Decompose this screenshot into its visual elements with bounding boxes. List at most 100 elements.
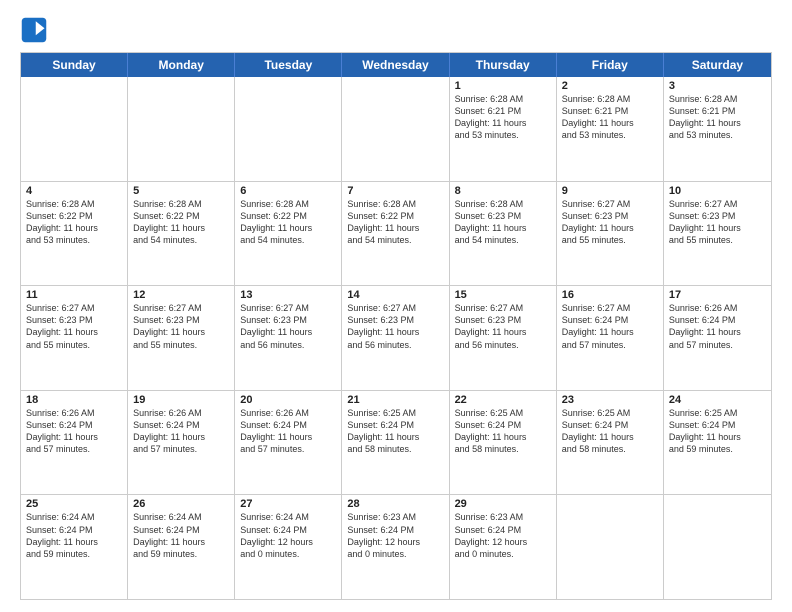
calendar-header-cell: Sunday — [21, 53, 128, 77]
day-info: Sunrise: 6:28 AM Sunset: 6:23 PM Dayligh… — [455, 198, 551, 247]
day-number: 13 — [240, 289, 336, 301]
calendar-body: 1Sunrise: 6:28 AM Sunset: 6:21 PM Daylig… — [21, 77, 771, 599]
day-number: 3 — [669, 80, 766, 92]
day-number: 18 — [26, 394, 122, 406]
calendar-cell: 29Sunrise: 6:23 AM Sunset: 6:24 PM Dayli… — [450, 495, 557, 599]
day-info: Sunrise: 6:24 AM Sunset: 6:24 PM Dayligh… — [133, 511, 229, 560]
calendar-cell: 24Sunrise: 6:25 AM Sunset: 6:24 PM Dayli… — [664, 391, 771, 495]
day-info: Sunrise: 6:28 AM Sunset: 6:21 PM Dayligh… — [455, 93, 551, 142]
day-number: 12 — [133, 289, 229, 301]
day-number: 20 — [240, 394, 336, 406]
calendar-cell: 25Sunrise: 6:24 AM Sunset: 6:24 PM Dayli… — [21, 495, 128, 599]
day-info: Sunrise: 6:23 AM Sunset: 6:24 PM Dayligh… — [455, 511, 551, 560]
day-number: 4 — [26, 185, 122, 197]
calendar-cell: 8Sunrise: 6:28 AM Sunset: 6:23 PM Daylig… — [450, 182, 557, 286]
day-info: Sunrise: 6:27 AM Sunset: 6:23 PM Dayligh… — [562, 198, 658, 247]
calendar-cell: 13Sunrise: 6:27 AM Sunset: 6:23 PM Dayli… — [235, 286, 342, 390]
day-number: 7 — [347, 185, 443, 197]
calendar-cell: 12Sunrise: 6:27 AM Sunset: 6:23 PM Dayli… — [128, 286, 235, 390]
day-number: 15 — [455, 289, 551, 301]
calendar-header-cell: Tuesday — [235, 53, 342, 77]
day-info: Sunrise: 6:28 AM Sunset: 6:22 PM Dayligh… — [26, 198, 122, 247]
calendar-cell: 23Sunrise: 6:25 AM Sunset: 6:24 PM Dayli… — [557, 391, 664, 495]
day-number: 16 — [562, 289, 658, 301]
calendar-cell: 27Sunrise: 6:24 AM Sunset: 6:24 PM Dayli… — [235, 495, 342, 599]
calendar-cell: 1Sunrise: 6:28 AM Sunset: 6:21 PM Daylig… — [450, 77, 557, 181]
logo — [20, 16, 52, 44]
calendar-cell: 11Sunrise: 6:27 AM Sunset: 6:23 PM Dayli… — [21, 286, 128, 390]
day-info: Sunrise: 6:26 AM Sunset: 6:24 PM Dayligh… — [26, 407, 122, 456]
day-number: 21 — [347, 394, 443, 406]
day-number: 28 — [347, 498, 443, 510]
day-info: Sunrise: 6:25 AM Sunset: 6:24 PM Dayligh… — [347, 407, 443, 456]
day-number: 27 — [240, 498, 336, 510]
day-info: Sunrise: 6:27 AM Sunset: 6:24 PM Dayligh… — [562, 302, 658, 351]
day-info: Sunrise: 6:25 AM Sunset: 6:24 PM Dayligh… — [562, 407, 658, 456]
calendar-cell — [128, 77, 235, 181]
day-info: Sunrise: 6:28 AM Sunset: 6:22 PM Dayligh… — [133, 198, 229, 247]
day-info: Sunrise: 6:25 AM Sunset: 6:24 PM Dayligh… — [455, 407, 551, 456]
day-info: Sunrise: 6:27 AM Sunset: 6:23 PM Dayligh… — [133, 302, 229, 351]
day-info: Sunrise: 6:24 AM Sunset: 6:24 PM Dayligh… — [26, 511, 122, 560]
day-number: 9 — [562, 185, 658, 197]
day-number: 5 — [133, 185, 229, 197]
day-info: Sunrise: 6:23 AM Sunset: 6:24 PM Dayligh… — [347, 511, 443, 560]
calendar-cell: 16Sunrise: 6:27 AM Sunset: 6:24 PM Dayli… — [557, 286, 664, 390]
calendar-cell: 19Sunrise: 6:26 AM Sunset: 6:24 PM Dayli… — [128, 391, 235, 495]
calendar-cell: 20Sunrise: 6:26 AM Sunset: 6:24 PM Dayli… — [235, 391, 342, 495]
day-number: 23 — [562, 394, 658, 406]
day-number: 19 — [133, 394, 229, 406]
calendar: SundayMondayTuesdayWednesdayThursdayFrid… — [20, 52, 772, 600]
day-info: Sunrise: 6:26 AM Sunset: 6:24 PM Dayligh… — [240, 407, 336, 456]
calendar-row: 4Sunrise: 6:28 AM Sunset: 6:22 PM Daylig… — [21, 182, 771, 287]
calendar-cell: 15Sunrise: 6:27 AM Sunset: 6:23 PM Dayli… — [450, 286, 557, 390]
day-number: 1 — [455, 80, 551, 92]
calendar-cell: 14Sunrise: 6:27 AM Sunset: 6:23 PM Dayli… — [342, 286, 449, 390]
calendar-header-row: SundayMondayTuesdayWednesdayThursdayFrid… — [21, 53, 771, 77]
day-info: Sunrise: 6:26 AM Sunset: 6:24 PM Dayligh… — [669, 302, 766, 351]
page-header — [20, 16, 772, 44]
day-number: 10 — [669, 185, 766, 197]
day-info: Sunrise: 6:27 AM Sunset: 6:23 PM Dayligh… — [669, 198, 766, 247]
calendar-row: 1Sunrise: 6:28 AM Sunset: 6:21 PM Daylig… — [21, 77, 771, 182]
calendar-row: 25Sunrise: 6:24 AM Sunset: 6:24 PM Dayli… — [21, 495, 771, 599]
day-number: 6 — [240, 185, 336, 197]
calendar-cell — [557, 495, 664, 599]
day-number: 22 — [455, 394, 551, 406]
day-info: Sunrise: 6:26 AM Sunset: 6:24 PM Dayligh… — [133, 407, 229, 456]
calendar-cell: 10Sunrise: 6:27 AM Sunset: 6:23 PM Dayli… — [664, 182, 771, 286]
calendar-cell: 18Sunrise: 6:26 AM Sunset: 6:24 PM Dayli… — [21, 391, 128, 495]
day-number: 26 — [133, 498, 229, 510]
day-info: Sunrise: 6:28 AM Sunset: 6:22 PM Dayligh… — [347, 198, 443, 247]
day-info: Sunrise: 6:27 AM Sunset: 6:23 PM Dayligh… — [455, 302, 551, 351]
calendar-cell: 26Sunrise: 6:24 AM Sunset: 6:24 PM Dayli… — [128, 495, 235, 599]
calendar-header-cell: Saturday — [664, 53, 771, 77]
calendar-cell — [664, 495, 771, 599]
calendar-cell: 3Sunrise: 6:28 AM Sunset: 6:21 PM Daylig… — [664, 77, 771, 181]
calendar-cell — [21, 77, 128, 181]
calendar-header-cell: Friday — [557, 53, 664, 77]
calendar-header-cell: Thursday — [450, 53, 557, 77]
calendar-header-cell: Monday — [128, 53, 235, 77]
calendar-cell: 28Sunrise: 6:23 AM Sunset: 6:24 PM Dayli… — [342, 495, 449, 599]
calendar-cell: 6Sunrise: 6:28 AM Sunset: 6:22 PM Daylig… — [235, 182, 342, 286]
day-info: Sunrise: 6:25 AM Sunset: 6:24 PM Dayligh… — [669, 407, 766, 456]
calendar-cell: 7Sunrise: 6:28 AM Sunset: 6:22 PM Daylig… — [342, 182, 449, 286]
day-info: Sunrise: 6:28 AM Sunset: 6:21 PM Dayligh… — [562, 93, 658, 142]
day-number: 24 — [669, 394, 766, 406]
logo-icon — [20, 16, 48, 44]
day-info: Sunrise: 6:27 AM Sunset: 6:23 PM Dayligh… — [26, 302, 122, 351]
day-info: Sunrise: 6:27 AM Sunset: 6:23 PM Dayligh… — [347, 302, 443, 351]
day-number: 17 — [669, 289, 766, 301]
calendar-cell: 17Sunrise: 6:26 AM Sunset: 6:24 PM Dayli… — [664, 286, 771, 390]
calendar-cell: 9Sunrise: 6:27 AM Sunset: 6:23 PM Daylig… — [557, 182, 664, 286]
calendar-cell: 22Sunrise: 6:25 AM Sunset: 6:24 PM Dayli… — [450, 391, 557, 495]
day-number: 2 — [562, 80, 658, 92]
day-info: Sunrise: 6:28 AM Sunset: 6:21 PM Dayligh… — [669, 93, 766, 142]
calendar-cell: 4Sunrise: 6:28 AM Sunset: 6:22 PM Daylig… — [21, 182, 128, 286]
calendar-cell — [342, 77, 449, 181]
day-number: 8 — [455, 185, 551, 197]
calendar-cell — [235, 77, 342, 181]
calendar-cell: 5Sunrise: 6:28 AM Sunset: 6:22 PM Daylig… — [128, 182, 235, 286]
calendar-cell: 2Sunrise: 6:28 AM Sunset: 6:21 PM Daylig… — [557, 77, 664, 181]
